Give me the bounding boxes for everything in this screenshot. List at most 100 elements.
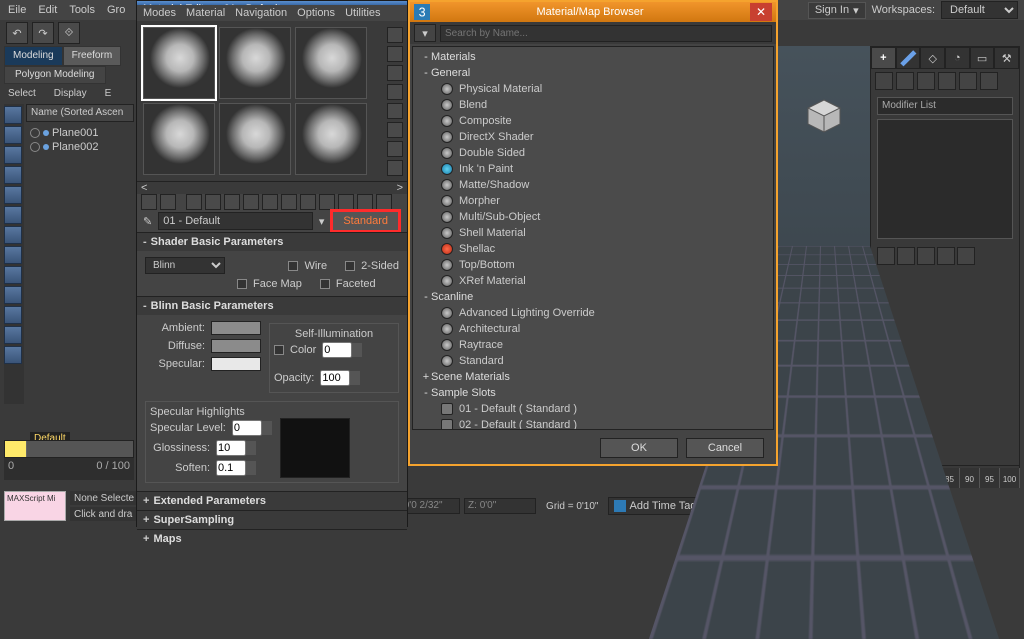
- wire-checkbox[interactable]: [288, 261, 298, 271]
- sample-tool-icon[interactable]: [387, 141, 403, 157]
- menu-display[interactable]: Display: [50, 86, 91, 104]
- sample-tool-icon[interactable]: [387, 103, 403, 119]
- filter-icon[interactable]: [4, 226, 22, 244]
- workspaces-select[interactable]: Default: [941, 1, 1018, 19]
- material-type-button[interactable]: Standard: [330, 209, 401, 233]
- mmb-titlebar[interactable]: 3 Material/Map Browser ✕: [410, 2, 776, 22]
- me-menu-options[interactable]: Options: [297, 7, 335, 19]
- cat-materials[interactable]: -Materials: [413, 49, 773, 65]
- visibility-icon[interactable]: [30, 142, 40, 152]
- material-item[interactable]: Architectural: [413, 321, 773, 337]
- search-input[interactable]: [440, 25, 772, 42]
- sub-icon[interactable]: [938, 72, 956, 90]
- ok-button[interactable]: OK: [600, 438, 678, 458]
- filter-icon[interactable]: [4, 186, 22, 204]
- sample-tool-icon[interactable]: [387, 122, 403, 138]
- filter-icon[interactable]: [4, 266, 22, 284]
- me-menu-material[interactable]: Material: [186, 7, 225, 19]
- go-forward-icon[interactable]: [357, 194, 373, 210]
- material-item[interactable]: Blend: [413, 97, 773, 113]
- material-item[interactable]: Shell Material: [413, 225, 773, 241]
- me-menu-modes[interactable]: Modes: [143, 7, 176, 19]
- filter-icon[interactable]: [4, 286, 22, 304]
- material-item[interactable]: XRef Material: [413, 273, 773, 289]
- material-item[interactable]: Standard: [413, 353, 773, 369]
- sample-slot[interactable]: [143, 27, 215, 99]
- menu-edit[interactable]: Edit: [38, 4, 57, 16]
- glossiness-spinner[interactable]: [216, 440, 246, 456]
- opacity-spinner[interactable]: [320, 370, 350, 386]
- show-end-icon[interactable]: [319, 194, 335, 210]
- sample-tool-icon[interactable]: [387, 160, 403, 176]
- show-map-icon[interactable]: [300, 194, 316, 210]
- sample-tool-icon[interactable]: [387, 84, 403, 100]
- viewcube-icon[interactable]: [804, 96, 844, 136]
- undo-icon[interactable]: ↶: [6, 22, 28, 44]
- material-item[interactable]: Multi/Sub-Object: [413, 209, 773, 225]
- filter-icon[interactable]: [4, 326, 22, 344]
- faceted-checkbox[interactable]: [320, 279, 330, 289]
- specular-level-spinner[interactable]: [232, 420, 262, 436]
- rollout-shader-header[interactable]: -Shader Basic Parameters: [137, 232, 407, 251]
- eyedropper-icon[interactable]: ✎: [143, 215, 152, 228]
- stack-btn-icon[interactable]: [937, 247, 955, 265]
- filter-icon[interactable]: [4, 126, 22, 144]
- assign-icon[interactable]: [186, 194, 202, 210]
- menu-file[interactable]: Eile: [8, 4, 26, 16]
- put-material-icon[interactable]: [160, 194, 176, 210]
- make-unique-icon[interactable]: [243, 194, 259, 210]
- modifier-stack[interactable]: [877, 119, 1013, 239]
- filter-icon[interactable]: [4, 206, 22, 224]
- add-time-tag-button[interactable]: Add Time Tag: [608, 497, 702, 515]
- motion-tab-icon[interactable]: ◔: [945, 47, 970, 69]
- stack-btn-icon[interactable]: [897, 247, 915, 265]
- link-icon[interactable]: ⟐: [58, 22, 80, 44]
- material-item[interactable]: Raytrace: [413, 337, 773, 353]
- soften-spinner[interactable]: [216, 460, 246, 476]
- stack-btn-icon[interactable]: [917, 247, 935, 265]
- modifier-list-dropdown[interactable]: Modifier List: [877, 97, 1013, 115]
- sub-icon[interactable]: [896, 72, 914, 90]
- viewport[interactable]: [778, 46, 870, 466]
- material-item[interactable]: Matte/Shadow: [413, 177, 773, 193]
- selfillum-color-checkbox[interactable]: [274, 345, 284, 355]
- selfillum-spinner[interactable]: [322, 342, 352, 358]
- visibility-icon[interactable]: [30, 128, 40, 138]
- redo-icon[interactable]: ↷: [32, 22, 54, 44]
- dropdown-icon[interactable]: ▾: [319, 215, 325, 228]
- rollout-blinn-header[interactable]: -Blinn Basic Parameters: [137, 296, 407, 315]
- put-library-icon[interactable]: [262, 194, 278, 210]
- sub-icon[interactable]: [959, 72, 977, 90]
- material-item[interactable]: 02 - Default ( Standard ): [413, 417, 773, 430]
- tree-row[interactable]: Plane001: [30, 126, 134, 140]
- filter-icon[interactable]: [4, 346, 22, 364]
- sample-slot[interactable]: [143, 103, 215, 175]
- material-item[interactable]: Advanced Lighting Override: [413, 305, 773, 321]
- filter-icon[interactable]: [4, 246, 22, 264]
- sub-icon[interactable]: [875, 72, 893, 90]
- time-slider[interactable]: [4, 440, 134, 458]
- reset-icon[interactable]: [205, 194, 221, 210]
- go-parent-icon[interactable]: [338, 194, 354, 210]
- filter-icon[interactable]: [4, 166, 22, 184]
- tab-polygon-modeling[interactable]: Polygon Modeling: [4, 66, 106, 84]
- pick-icon[interactable]: [376, 194, 392, 210]
- menu-edit2[interactable]: E: [101, 86, 116, 104]
- cat-general[interactable]: -General: [413, 65, 773, 81]
- diffuse-swatch[interactable]: [211, 339, 261, 353]
- material-item[interactable]: Ink 'n Paint: [413, 161, 773, 177]
- sample-tool-icon[interactable]: [387, 46, 403, 62]
- material-item[interactable]: Morpher: [413, 193, 773, 209]
- signin-button[interactable]: Sign In ▾: [808, 2, 866, 19]
- shader-type-select[interactable]: Blinn: [145, 257, 225, 274]
- rollout-maps-header[interactable]: +Maps: [137, 529, 407, 548]
- sample-tool-icon[interactable]: [387, 27, 403, 43]
- sample-slot[interactable]: [295, 103, 367, 175]
- get-material-icon[interactable]: [141, 194, 157, 210]
- hierarchy-tab-icon[interactable]: ◇: [920, 47, 945, 69]
- material-item[interactable]: Double Sided: [413, 145, 773, 161]
- filter-icon[interactable]: [4, 146, 22, 164]
- sample-slot[interactable]: [295, 27, 367, 99]
- tab-modeling[interactable]: Modeling: [4, 46, 63, 66]
- material-item[interactable]: 01 - Default ( Standard ): [413, 401, 773, 417]
